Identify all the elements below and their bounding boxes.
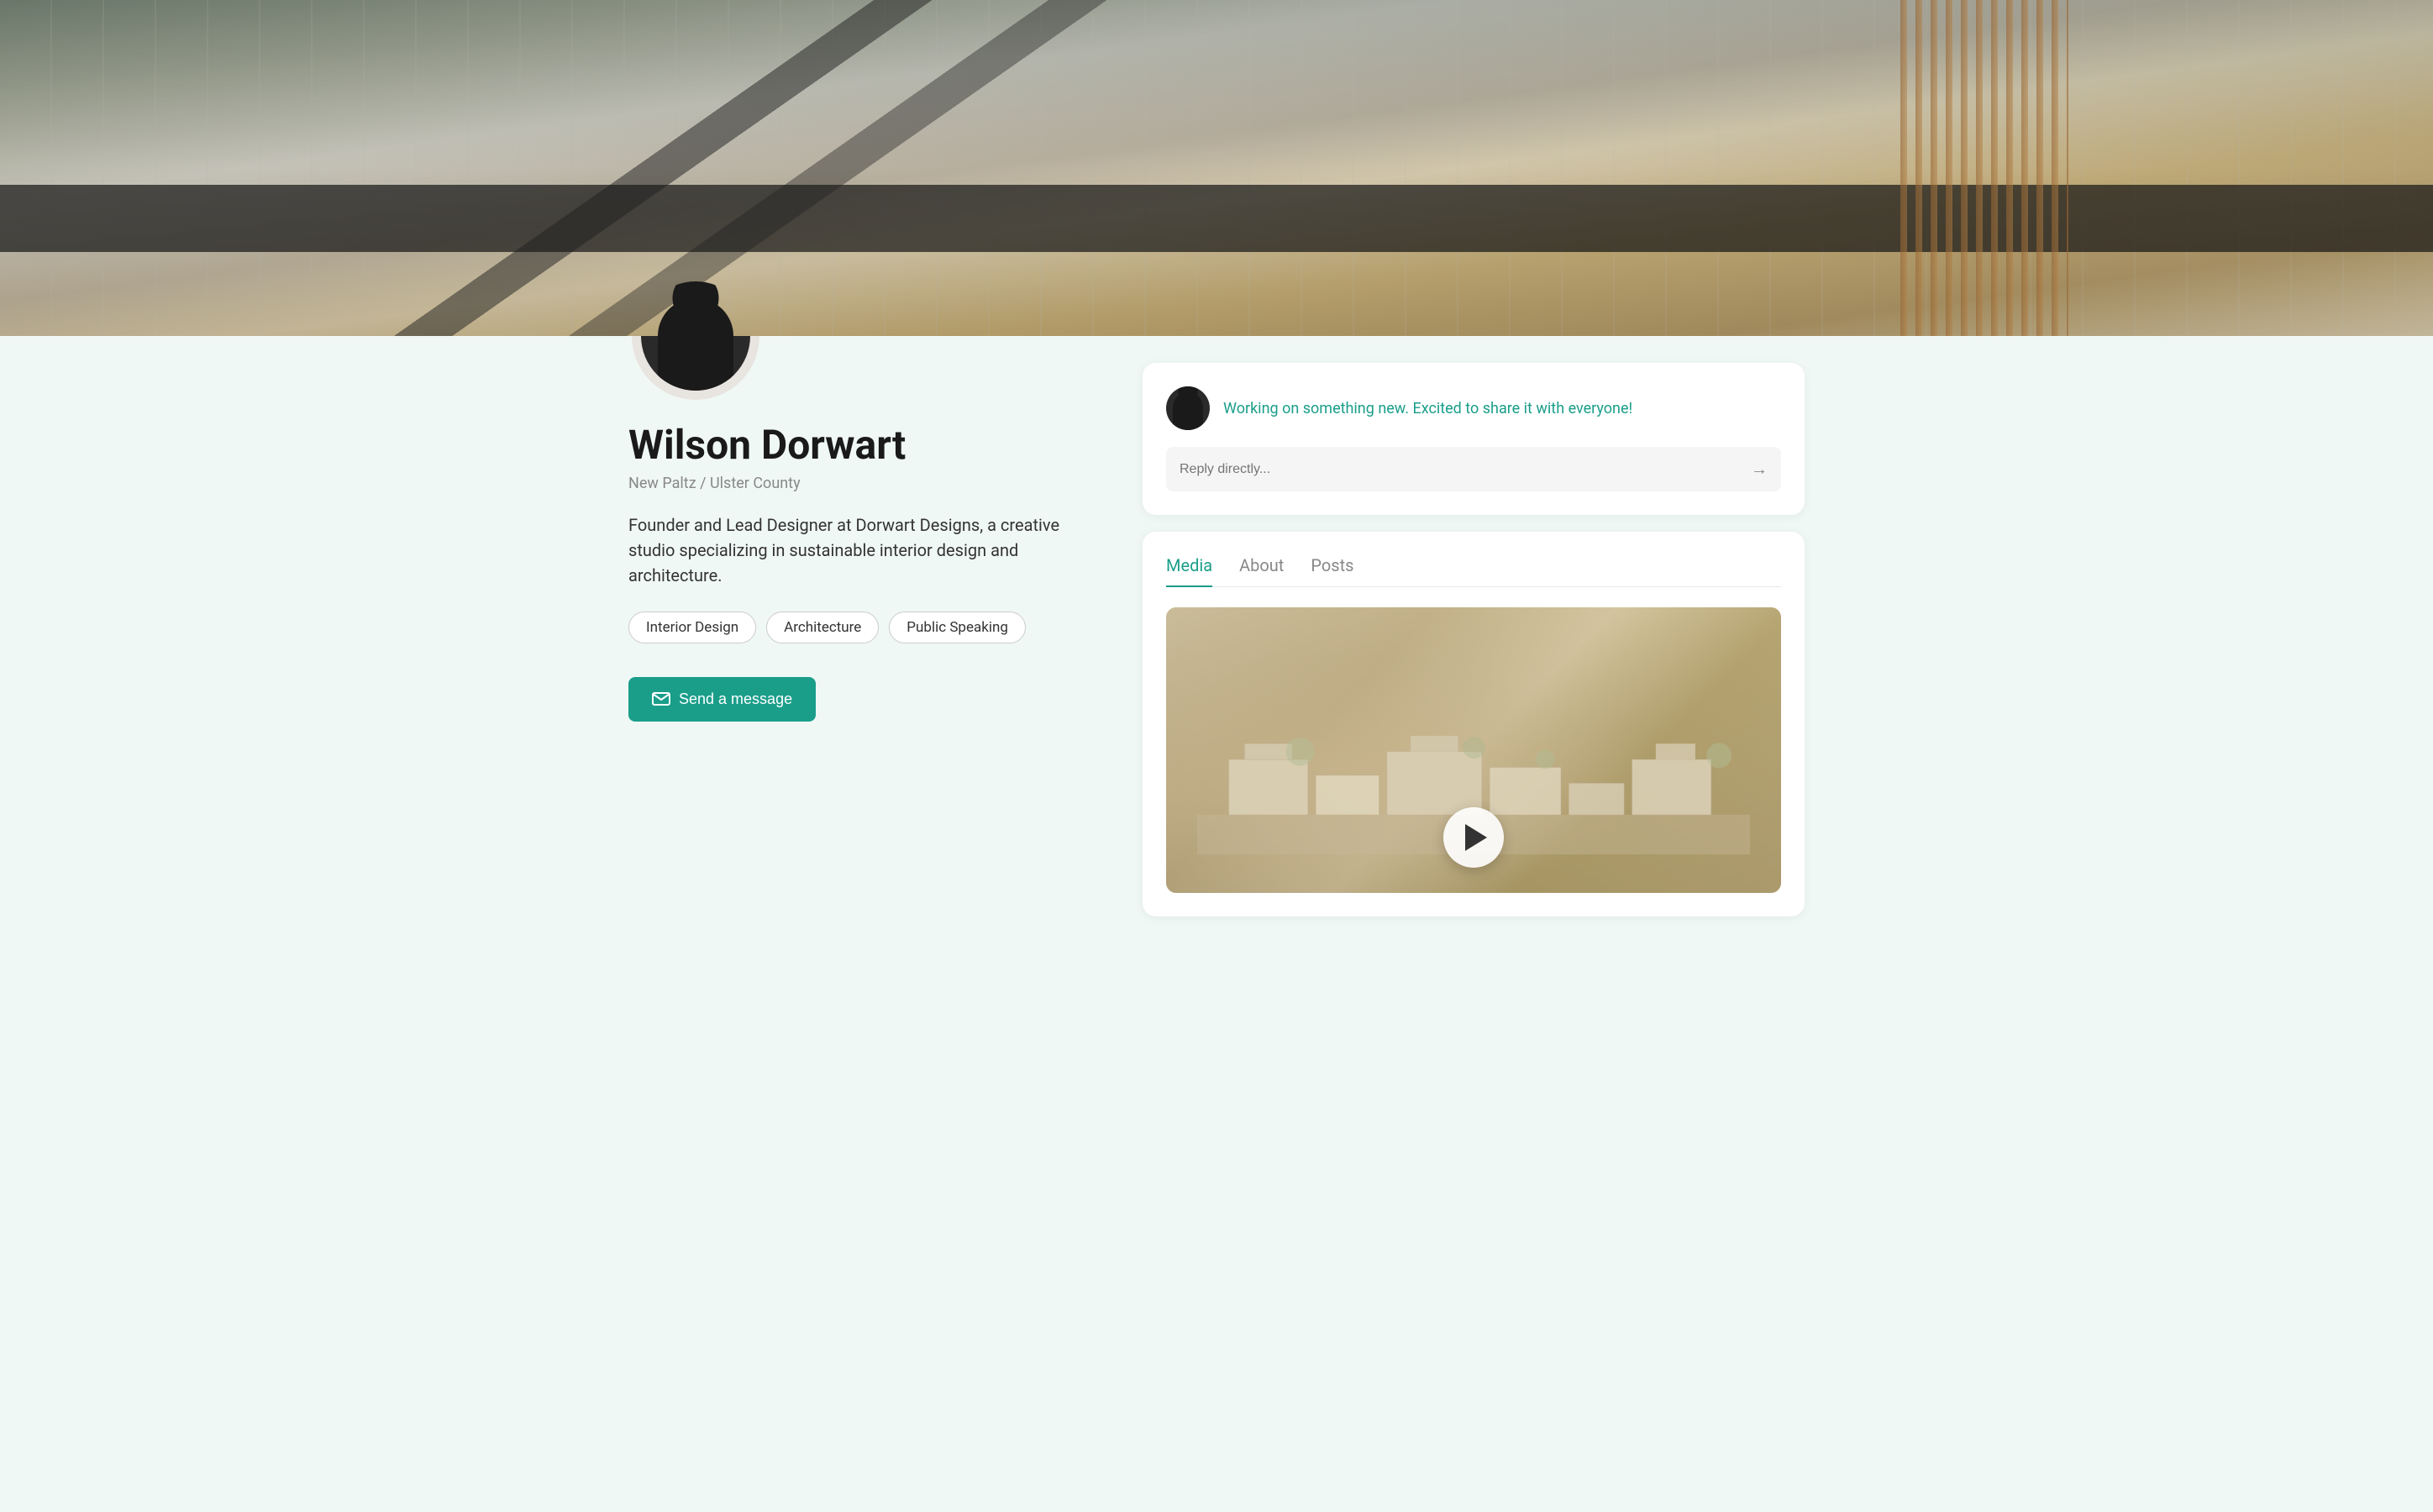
media-card: Media About Posts: [1143, 532, 1805, 916]
media-tabs: Media About Posts: [1166, 555, 1781, 587]
play-button-wrapper: [1443, 807, 1504, 868]
tag-architecture[interactable]: Architecture: [766, 612, 879, 643]
tag-interior-design[interactable]: Interior Design: [628, 612, 756, 643]
tag-public-speaking[interactable]: Public Speaking: [889, 612, 1026, 643]
profile-city: New Paltz: [628, 475, 696, 492]
profile-region: Ulster County: [710, 475, 801, 492]
tab-posts[interactable]: Posts: [1311, 555, 1353, 587]
location-separator: /: [700, 475, 710, 492]
profile-section: Wilson Dorwart New Paltz / Ulster County…: [628, 336, 1116, 722]
video-thumbnail: [1166, 607, 1781, 893]
tags-container: Interior Design Architecture Public Spea…: [628, 612, 1116, 643]
reply-input[interactable]: [1180, 462, 1751, 477]
send-message-button[interactable]: Send a message: [628, 677, 816, 722]
mail-icon: [652, 692, 670, 706]
profile-location: New Paltz / Ulster County: [628, 475, 1116, 492]
message-text: Working on something new. Excited to sha…: [1223, 400, 1632, 417]
reply-arrow-icon[interactable]: →: [1751, 459, 1768, 480]
tab-about[interactable]: About: [1239, 555, 1284, 587]
send-message-label: Send a message: [679, 690, 792, 708]
play-button[interactable]: [1443, 807, 1504, 868]
right-column: Working on something new. Excited to sha…: [1143, 336, 1805, 916]
reply-input-wrapper: →: [1166, 447, 1781, 491]
profile-name: Wilson Dorwart: [628, 423, 1116, 468]
message-avatar: [1166, 386, 1210, 430]
tab-media[interactable]: Media: [1166, 555, 1212, 587]
play-icon: [1465, 824, 1487, 851]
cover-image: [0, 0, 2433, 336]
message-header: Working on something new. Excited to sha…: [1166, 386, 1781, 430]
message-card: Working on something new. Excited to sha…: [1143, 363, 1805, 515]
profile-bio: Founder and Lead Designer at Dorwart Des…: [628, 512, 1065, 588]
